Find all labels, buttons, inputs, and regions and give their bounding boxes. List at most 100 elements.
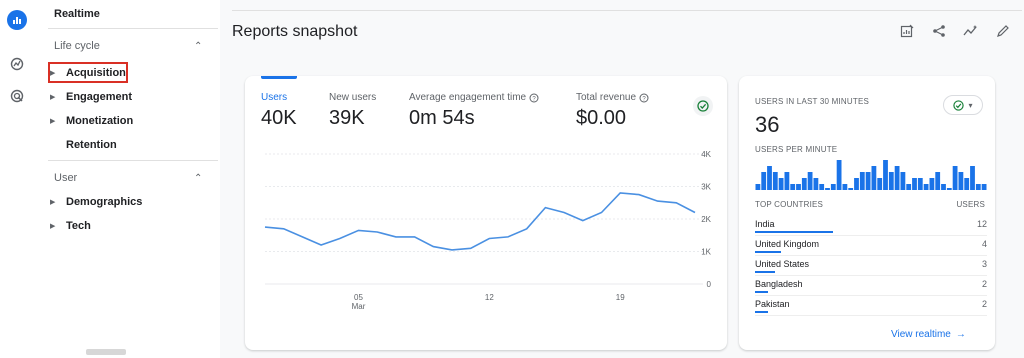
minute-bar[interactable] [900,172,906,190]
users-series-line[interactable] [264,192,696,251]
minute-bar[interactable] [796,184,801,190]
minute-bar[interactable] [825,188,830,190]
minute-bar[interactable] [761,172,767,190]
minute-bar[interactable] [842,184,848,190]
explore-icon[interactable] [7,54,27,74]
title-toolbar [898,22,1012,40]
country-share-bar [755,311,768,313]
chevron-up-icon: ⌃ [194,172,203,184]
advertising-icon[interactable] [7,86,27,106]
check-status-icon [953,99,965,111]
minute-bar[interactable] [946,188,952,190]
y-tick-label: 0 [707,280,712,289]
minute-bar[interactable] [755,184,761,190]
nav-label: Monetization [66,115,134,127]
country-row[interactable]: Bangladesh 2 [755,276,987,296]
country-name: Pakistan [755,299,790,309]
minute-bar[interactable] [883,160,888,190]
minute-bar[interactable] [848,188,854,190]
users-per-minute-chart [755,160,987,190]
country-share-bar [755,291,768,293]
realtime-users-count: 36 [755,112,780,137]
edit-pencil-icon[interactable] [994,22,1012,40]
minute-bar[interactable] [941,184,946,190]
divider [48,28,218,29]
minute-bar[interactable] [906,184,912,190]
country-users: 12 [976,219,987,229]
minute-bar[interactable] [819,184,825,190]
minute-bar[interactable] [854,178,859,190]
comparison-dropdown[interactable]: ▾ [943,95,983,115]
main-content: Reports snapshot Users 40K New users 39K… [220,0,1024,358]
insights-icon[interactable] [962,22,980,40]
minute-bar[interactable] [952,166,958,190]
users-line-chart: 4K 3K 2K 1K 0 05Mar 12 19 [264,150,712,311]
expand-arrow-icon: ▶ [50,94,56,101]
minute-bar[interactable] [784,172,790,190]
country-row[interactable]: United Kingdom 4 [755,236,987,256]
share-icon[interactable] [930,22,948,40]
minute-bar[interactable] [767,166,772,190]
minute-bar[interactable] [958,172,964,190]
section-lifecycle[interactable]: Life cycle ⌃ [34,36,220,56]
country-row[interactable]: Pakistan 2 [755,296,987,316]
expand-arrow-icon: ▶ [50,223,56,230]
nav-item-demographics[interactable]: ▶ Demographics [34,192,220,212]
minute-bar[interactable] [894,166,900,190]
nav-label: Tech [66,220,91,232]
minute-bar[interactable] [813,178,819,190]
minute-bar[interactable] [790,184,796,190]
minute-bar[interactable] [923,184,929,190]
minute-bar[interactable] [772,172,778,190]
minute-bar[interactable] [964,178,970,190]
minute-bar[interactable] [871,166,877,190]
icon-rail [0,0,34,358]
minute-bar[interactable] [877,178,883,190]
minute-bar[interactable] [970,166,975,190]
chevron-up-icon: ⌃ [194,40,203,52]
nav-item-acquisition[interactable]: ▶ Acquisition [34,63,220,83]
section-user[interactable]: User ⌃ [34,168,220,188]
minute-bar[interactable] [929,178,935,190]
nav-item-engagement[interactable]: ▶ Engagement [34,87,220,107]
expand-arrow-icon: ▶ [50,70,56,77]
minute-bar[interactable] [865,172,871,190]
nav-label: Acquisition [66,67,126,79]
country-row[interactable]: India 12 [755,216,987,236]
y-tick-label: 1K [701,248,711,257]
minute-bar[interactable] [836,160,842,190]
country-share-bar [755,251,781,253]
country-name: United Kingdom [755,239,820,249]
customize-report-icon[interactable] [898,22,916,40]
x-tick-label: 05 [354,293,363,302]
minute-bar[interactable] [975,184,981,190]
minute-bar[interactable] [859,172,865,190]
reports-icon[interactable] [7,10,27,30]
minute-bar[interactable] [912,178,917,190]
realtime-card: USERS IN LAST 30 MINUTES 36 ▾ USERS PER … [739,76,995,350]
view-realtime-link[interactable]: View realtime → [891,329,966,340]
nav-item-realtime[interactable]: Realtime [34,4,220,24]
nav-item-monetization[interactable]: ▶ Monetization [34,111,220,131]
country-users: 2 [981,279,987,289]
minute-bar[interactable] [888,172,894,190]
minute-bar[interactable] [778,178,784,190]
expand-arrow-icon: ▶ [50,118,56,125]
nav-item-retention[interactable]: Retention [34,135,220,155]
nav-label: Demographics [66,196,143,208]
minute-bar[interactable] [801,178,807,190]
minute-bar[interactable] [807,172,813,190]
view-realtime-label: View realtime [891,329,951,340]
minute-bar[interactable] [981,184,987,190]
minute-bar[interactable] [935,172,941,190]
cutoff-item [86,349,126,355]
y-tick-label: 3K [701,183,711,192]
nav-item-tech[interactable]: ▶ Tech [34,216,220,236]
minute-bar[interactable] [917,178,923,190]
country-name: India [755,219,775,229]
country-row[interactable]: United States 3 [755,256,987,276]
nav-label: Engagement [66,91,133,103]
divider [48,160,218,161]
realtime-users-label: USERS IN LAST 30 MINUTES [755,97,870,106]
minute-bar[interactable] [830,184,836,190]
